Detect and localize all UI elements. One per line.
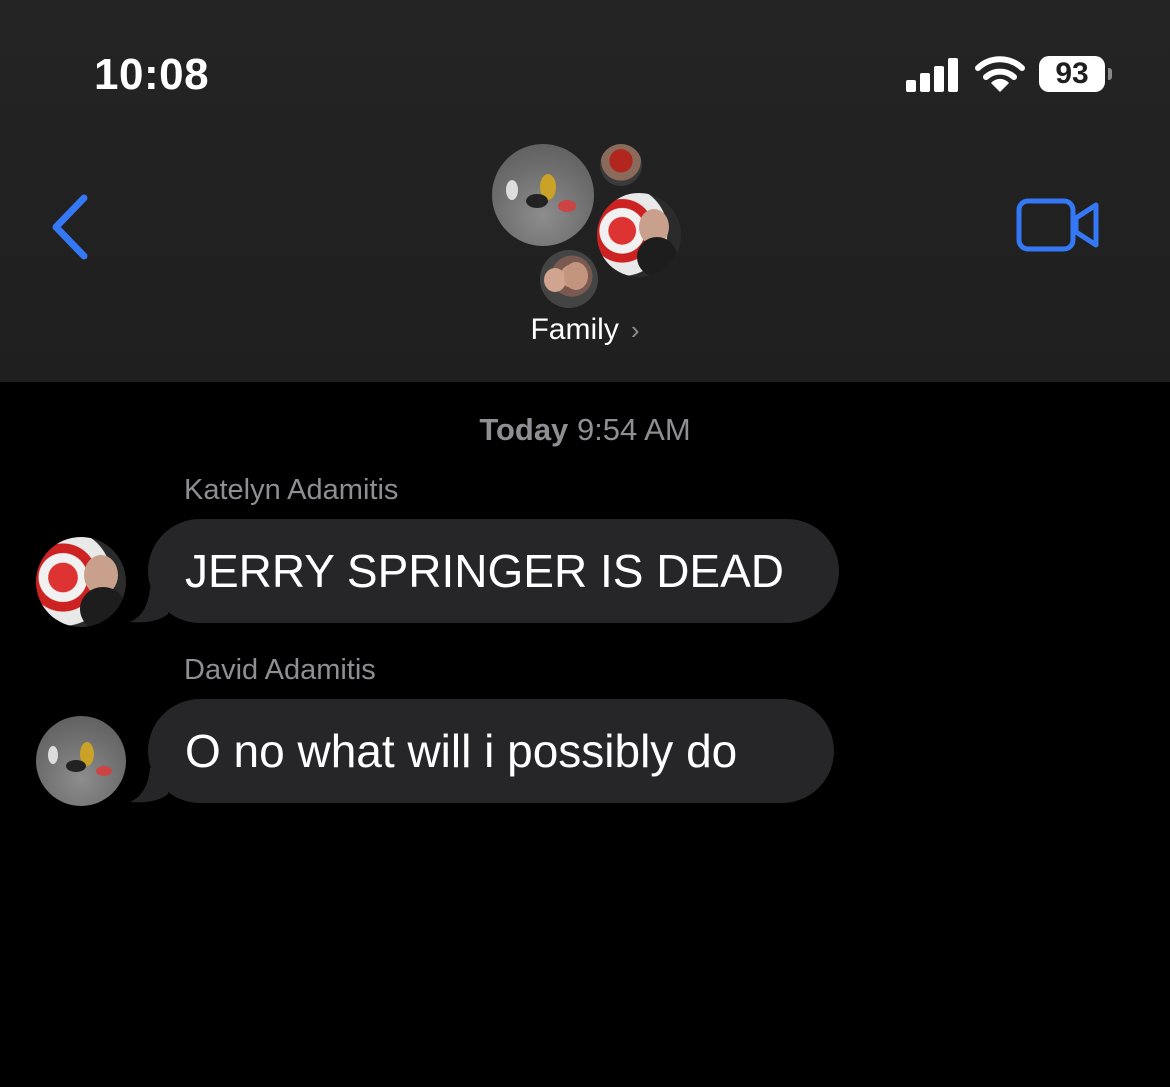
chevron-right-icon: › [630,315,640,345]
group-avatar-1 [492,144,594,246]
message-timestamp: Today 9:54 AM [0,412,1170,448]
conversation-header: 10:08 93 Family › [0,0,1170,382]
timestamp-day: Today [479,412,569,447]
sender-avatar[interactable] [36,716,126,806]
signal-icon [906,58,960,92]
message-bubble[interactable]: JERRY SPRINGER IS DEAD [148,519,839,623]
sender-avatar[interactable] [36,537,126,627]
message-bubble[interactable]: O no what will i possibly do [148,699,834,803]
timestamp-time: 9:54 AM [576,412,691,447]
back-chevron-icon[interactable] [46,192,94,262]
wifi-icon [975,56,1025,92]
group-name-label[interactable]: Family [530,313,618,346]
group-avatar-2 [600,144,642,186]
sender-name: Katelyn Adamitis [184,474,399,506]
group-avatar-3 [597,193,681,277]
sender-name: David Adamitis [184,654,376,686]
group-avatar-4 [540,250,598,308]
group-name[interactable]: Family › [0,313,1170,347]
video-camera-icon[interactable] [1016,198,1100,252]
battery-cap [1108,68,1112,80]
battery-icon: 93 [1039,56,1105,92]
status-time: 10:08 [94,50,210,99]
